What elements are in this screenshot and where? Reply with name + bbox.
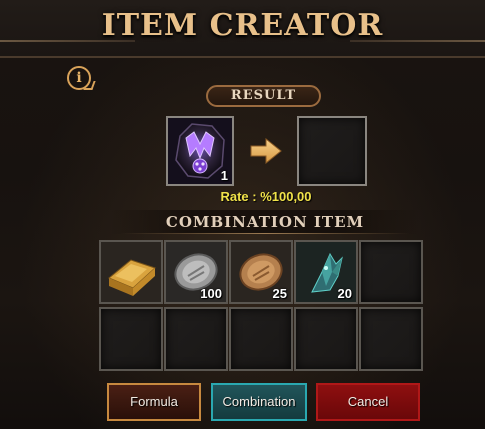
combination-slot-8[interactable]	[229, 307, 293, 371]
result-label: RESULT	[206, 85, 321, 107]
info-icon[interactable]: i	[67, 66, 91, 90]
combination-slot-3-quantity: 25	[272, 286, 287, 301]
combination-slot-7[interactable]	[164, 307, 228, 371]
source-item-slot[interactable]: 1	[166, 116, 234, 186]
combination-button[interactable]: Combination	[211, 383, 307, 421]
combination-slot-4[interactable]: 20	[294, 240, 358, 304]
formula-button[interactable]: Formula	[107, 383, 201, 421]
result-item-slot[interactable]	[297, 116, 367, 186]
window-title: ITEM CREATOR	[101, 8, 384, 43]
source-item-quantity: 1	[220, 168, 228, 183]
combination-slot-4-quantity: 20	[337, 286, 352, 301]
success-rate: Rate : %100,00	[220, 189, 312, 204]
combination-item-label: COMBINATION ITEM	[110, 210, 420, 234]
combination-slot-3[interactable]: 25	[229, 240, 293, 304]
combination-slot-9[interactable]	[294, 307, 358, 371]
gold-bar-icon	[101, 242, 161, 302]
header-bar: ITEM CREATOR	[0, 0, 485, 58]
combination-slot-10[interactable]	[359, 307, 423, 371]
combination-slot-2[interactable]: 100	[164, 240, 228, 304]
combination-slot-5[interactable]	[359, 240, 423, 304]
item-creator-window: ITEM CREATOR i RESULT 1 Rate: %100,00 C…	[0, 0, 485, 429]
cancel-button[interactable]: Cancel	[316, 383, 420, 421]
combination-slot-2-quantity: 100	[200, 286, 222, 301]
arrow-right-icon	[250, 138, 282, 164]
combination-slot-6[interactable]	[99, 307, 163, 371]
combination-slot-1[interactable]	[99, 240, 163, 304]
combination-divider	[120, 233, 410, 234]
